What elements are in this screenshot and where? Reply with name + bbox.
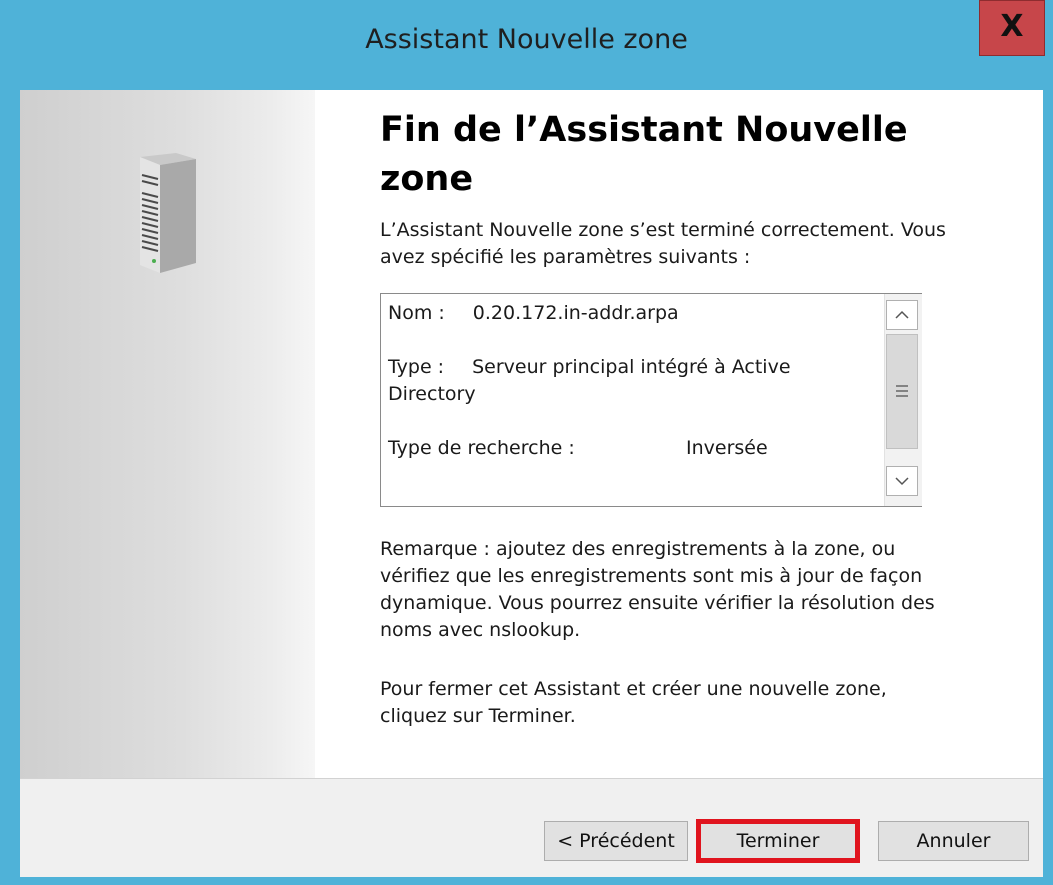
note-text: Remarque : ajoutez des enregistrements à…: [380, 536, 1000, 644]
title-bar: Assistant Nouvelle zone X: [0, 0, 1053, 90]
window-frame-left: [0, 90, 20, 885]
close-icon: X: [1000, 9, 1024, 44]
close-line: cliquez sur Terminer.: [380, 705, 576, 727]
note-line: noms avec nslookup.: [380, 619, 581, 641]
window-title: Assistant Nouvelle zone: [365, 24, 688, 55]
window-frame-right: [1043, 90, 1053, 885]
intro-line: L’Assistant Nouvelle zone s’est terminé …: [380, 219, 946, 241]
chevron-down-icon: [895, 477, 909, 486]
wizard-window: Assistant Nouvelle zone X Fin de l’Assis…: [0, 0, 1053, 885]
close-button[interactable]: X: [979, 0, 1045, 56]
grip-icon: [896, 385, 908, 397]
intro-text: L’Assistant Nouvelle zone s’est terminé …: [380, 217, 1000, 271]
heading-line: zone: [380, 159, 474, 199]
note-line: vérifiez que les enregistrements sont mi…: [380, 565, 923, 587]
note-line: dynamique. Vous pourrez ensuite vérifier…: [380, 592, 935, 614]
summary-scrollbar[interactable]: [884, 294, 922, 506]
close-line: Pour fermer cet Assistant et créer une n…: [380, 678, 887, 700]
lookup-value: Inversée: [686, 437, 768, 459]
heading-line: Fin de l’Assistant Nouvelle: [380, 110, 908, 150]
scroll-thumb[interactable]: [886, 334, 918, 449]
type-value: Serveur principal intégré à Active: [472, 356, 791, 378]
scroll-down-button[interactable]: [886, 466, 918, 496]
window-frame-bottom: [0, 877, 1053, 885]
finish-button[interactable]: Terminer: [696, 819, 860, 863]
intro-line: avez spécifié les paramètres suivants :: [380, 246, 751, 268]
settings-summary-box[interactable]: Nom : 0.20.172.in-addr.arpa Type : Serveur…: [380, 293, 922, 507]
scroll-up-button[interactable]: [886, 300, 918, 330]
chevron-up-icon: [895, 310, 909, 319]
previous-button[interactable]: < Précédent: [544, 821, 688, 861]
name-label: Nom :: [388, 302, 445, 324]
cancel-button[interactable]: Annuler: [878, 821, 1029, 861]
close-instructions: Pour fermer cet Assistant et créer une n…: [380, 676, 1000, 730]
type-value-continued: Directory: [388, 383, 476, 405]
server-icon: [140, 153, 196, 273]
wizard-heading: Fin de l’Assistant Nouvelle zone: [380, 106, 1000, 204]
type-label: Type :: [388, 356, 445, 378]
note-line: Remarque : ajoutez des enregistrements à…: [380, 538, 896, 560]
name-value: 0.20.172.in-addr.arpa: [472, 302, 679, 324]
button-bar: < Précédent Terminer Annuler: [20, 779, 1043, 877]
lookup-label: Type de recherche :: [388, 437, 575, 459]
